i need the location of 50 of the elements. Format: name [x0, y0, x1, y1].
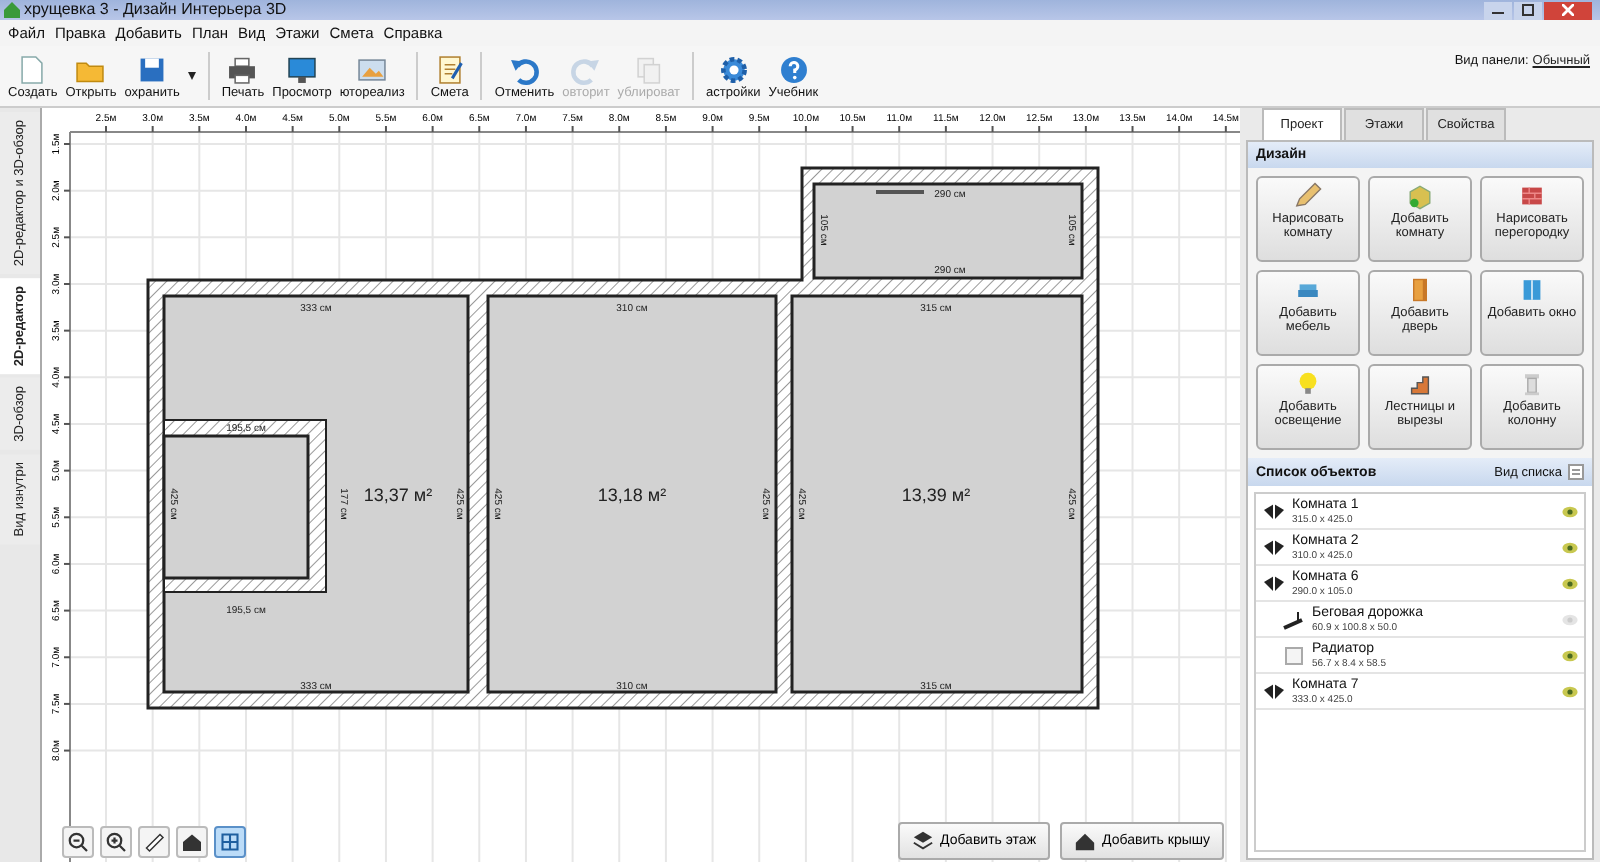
ruler-icon — [142, 830, 166, 854]
box-icon — [1406, 182, 1434, 210]
pencil-icon — [1294, 182, 1322, 210]
help-icon — [777, 53, 810, 85]
view-tool-button[interactable] — [176, 826, 208, 858]
close-icon — [1562, 4, 1574, 16]
view-tool-button[interactable] — [62, 826, 94, 858]
room-floor[interactable] — [790, 294, 1084, 694]
eye-icon[interactable] — [1562, 541, 1578, 553]
gear-icon — [717, 53, 750, 85]
eye-icon[interactable] — [1562, 685, 1578, 697]
printer-icon — [226, 53, 259, 85]
room-floor[interactable] — [812, 182, 1084, 280]
picture-icon — [356, 53, 389, 85]
treadmill-icon — [1282, 609, 1306, 629]
stairs-icon — [1406, 370, 1434, 398]
area-label: 13,18 м² — [597, 484, 667, 505]
zoom-in-icon — [104, 830, 128, 854]
home-icon — [180, 830, 204, 854]
redo-icon — [569, 53, 602, 85]
view-tool-button[interactable] — [138, 826, 170, 858]
notepad-icon — [433, 53, 466, 85]
area-label: 13,39 м² — [901, 484, 971, 505]
layers-icon — [912, 830, 934, 852]
eye-icon[interactable] — [1562, 577, 1578, 589]
dropdown-arrow-icon[interactable] — [187, 72, 196, 80]
view-tool-button[interactable] — [100, 826, 132, 858]
brick-wall-icon — [1518, 182, 1546, 210]
list-icon[interactable] — [1568, 464, 1584, 480]
minimize-button[interactable] — [1484, 1, 1512, 19]
window-title: хрущевка 3 - Дизайн Интерьера 3D — [24, 0, 289, 20]
zoom-out-icon — [66, 830, 90, 854]
document-icon — [16, 53, 49, 85]
maximize-button[interactable] — [1514, 1, 1542, 19]
eye-icon[interactable] — [1562, 649, 1578, 661]
roof-icon — [1074, 830, 1097, 852]
undo-icon — [508, 53, 541, 85]
area-label: 13,37 м² — [363, 484, 433, 505]
radiator-icon — [1282, 645, 1306, 665]
minimize-icon — [1492, 6, 1504, 14]
room-floor[interactable] — [486, 294, 778, 694]
eye-icon[interactable] — [1562, 505, 1578, 517]
light-bulb-icon — [1294, 370, 1322, 398]
maximize-icon — [1522, 4, 1534, 16]
room-floor[interactable] — [162, 434, 310, 580]
window-icon — [1518, 276, 1546, 304]
copy-icon — [632, 53, 665, 85]
grid-icon — [218, 830, 242, 854]
close-button[interactable] — [1544, 1, 1592, 19]
monitor-icon — [285, 53, 318, 85]
